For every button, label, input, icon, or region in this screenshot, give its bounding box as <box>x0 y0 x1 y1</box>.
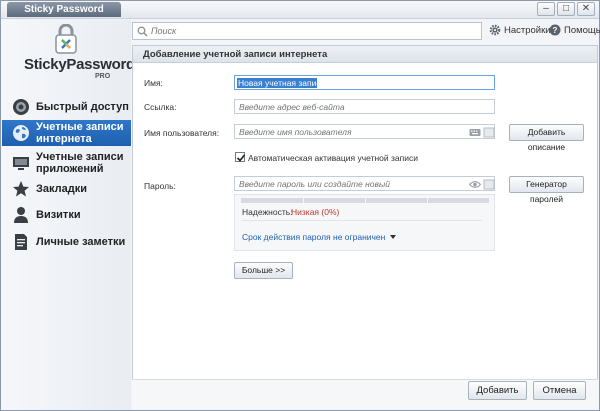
search-icon <box>137 26 148 37</box>
target-icon <box>13 99 29 115</box>
strength-value: Низкая (0%) <box>291 207 340 217</box>
eye-icon[interactable] <box>469 179 481 190</box>
password-input[interactable] <box>235 177 460 190</box>
note-icon <box>15 234 27 250</box>
link-input[interactable] <box>235 100 494 113</box>
person-icon <box>14 207 28 223</box>
title-bar: Sticky Password – □ ✕ <box>1 1 599 19</box>
minimize-button[interactable]: – <box>537 2 555 16</box>
name-field[interactable]: Новая учетная запись <box>234 75 495 90</box>
add-button[interactable]: Добавить <box>468 381 527 400</box>
dialog-footer <box>132 379 598 409</box>
lock-logo-icon <box>55 24 77 54</box>
sidebar-item-notes[interactable]: Личные заметки <box>2 231 131 253</box>
strength-meter-divider <box>427 198 428 203</box>
field-menu-icon[interactable] <box>483 127 495 138</box>
window-controls: – □ ✕ <box>535 2 595 16</box>
sidebar-item-bookmarks[interactable]: Закладки <box>2 178 131 200</box>
sidebar-item-cards[interactable]: Визитки <box>2 204 131 226</box>
name-value: Новая учетная запись <box>238 78 326 88</box>
checkmark-icon <box>236 154 246 162</box>
search-bar <box>132 22 482 40</box>
sidebar-item-quick-access[interactable]: Быстрый доступ <box>2 96 131 118</box>
maximize-button[interactable]: □ <box>557 2 575 16</box>
link-label: Ссылка: <box>144 102 177 112</box>
logo-name: StickyPassword <box>24 56 135 73</box>
more-button[interactable]: Больше >> <box>234 262 293 279</box>
strength-meter-divider <box>303 198 304 203</box>
strength-label: Надежность: <box>242 207 293 217</box>
link-field[interactable] <box>234 99 495 114</box>
close-button[interactable]: ✕ <box>577 2 595 16</box>
help-label: Помощь <box>564 24 600 36</box>
keyboard-icon[interactable] <box>469 127 481 138</box>
sidebar-item-label: Визитки <box>36 209 81 221</box>
page-title: Добавление учетной записи интернета <box>133 46 597 63</box>
sidebar-item-label: Учетные записи приложений <box>36 151 124 175</box>
sidebar-item-internet-accounts[interactable]: Учетные записи интернета <box>2 120 131 146</box>
sidebar-item-label: Личные заметки <box>36 236 126 248</box>
monitor-icon <box>13 157 29 170</box>
sidebar: StickyPassword PRO Быстрый доступ Учетны… <box>2 20 135 410</box>
app-window: Sticky Password – □ ✕ StickyPassword PRO… <box>0 0 600 411</box>
star-icon <box>13 181 29 197</box>
sidebar-item-app-accounts[interactable]: Учетные записи приложений <box>2 150 131 176</box>
field-menu-icon[interactable] <box>483 179 495 190</box>
password-label: Пароль: <box>144 181 176 191</box>
settings-label: Настройки <box>504 24 551 36</box>
username-input[interactable] <box>235 125 460 138</box>
password-expiry-dropdown[interactable]: Срок действия пароля не ограничен <box>242 232 397 242</box>
username-label: Имя пользователя: <box>144 128 220 138</box>
logo-edition: PRO <box>95 73 111 80</box>
auto-login-label[interactable]: Автоматическая активация учетной записи <box>248 153 418 163</box>
add-description-button[interactable]: Добавить описание <box>509 124 584 152</box>
expiry-text: Срок действия пароля не ограничен <box>242 232 386 242</box>
logo: StickyPassword PRO <box>2 22 135 92</box>
strength-meter-divider <box>365 198 366 203</box>
sidebar-item-label: Закладки <box>36 183 88 195</box>
divider <box>242 220 482 221</box>
svg-text:?: ? <box>553 26 558 35</box>
search-input[interactable] <box>151 24 471 38</box>
help-link[interactable]: ? Помощь <box>549 24 600 36</box>
username-field[interactable] <box>234 124 495 139</box>
globe-icon <box>13 125 29 141</box>
gear-icon <box>489 24 501 36</box>
help-icon: ? <box>549 24 561 36</box>
name-label: Имя: <box>144 78 163 88</box>
app-title[interactable]: Sticky Password <box>7 2 121 17</box>
caret-down-icon <box>390 235 397 239</box>
cancel-button[interactable]: Отмена <box>533 381 586 400</box>
settings-link[interactable]: Настройки <box>489 24 551 36</box>
password-field[interactable] <box>234 176 495 191</box>
sidebar-item-label: Быстрый доступ <box>36 101 129 113</box>
auto-login-checkbox[interactable] <box>235 152 246 162</box>
password-generator-button[interactable]: Генератор паролей <box>509 176 584 204</box>
sidebar-item-label: Учетные записи интернета <box>36 121 124 145</box>
strength-meter <box>241 198 489 203</box>
